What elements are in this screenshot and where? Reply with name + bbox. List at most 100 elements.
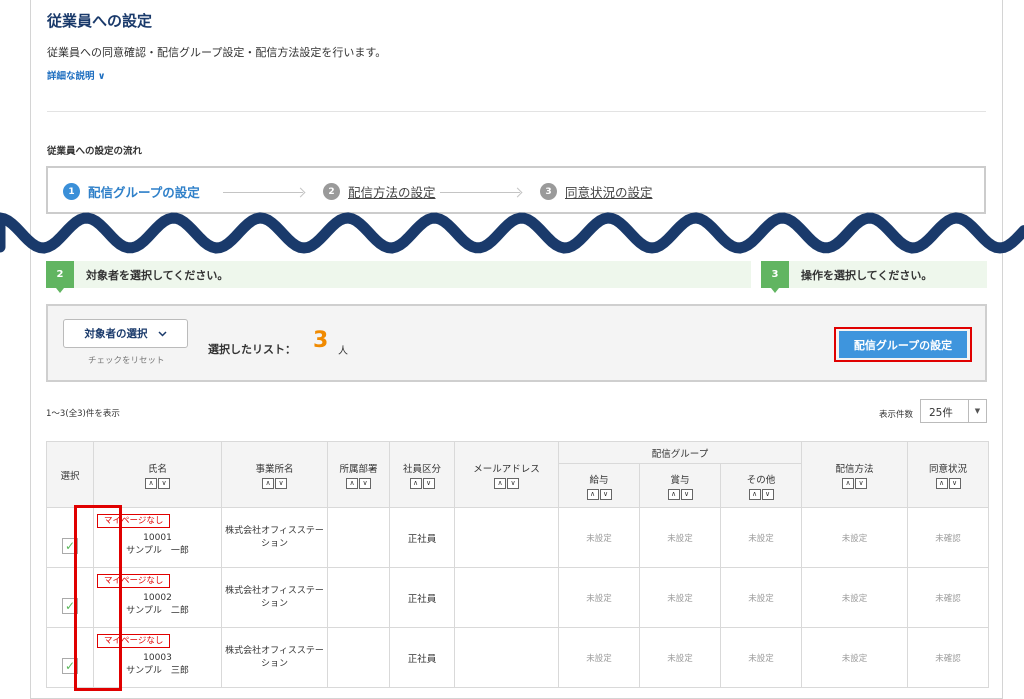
type-cell: 正社員 — [389, 627, 455, 688]
set-group-button[interactable]: 配信グループの設定 — [834, 327, 972, 362]
sort-buttons[interactable]: ∧ ∨ — [842, 477, 868, 489]
sort-desc-icon: ∨ — [359, 477, 371, 489]
sort-buttons[interactable]: ∧ ∨ — [667, 488, 693, 500]
sort-buttons[interactable]: ∧ ∨ — [494, 477, 519, 489]
salary-cell: 未設定 — [558, 627, 640, 688]
employee-id: 10001 — [143, 532, 172, 543]
sort-buttons[interactable]: ∧ ∨ — [262, 477, 287, 489]
sort-desc-icon: ∨ — [275, 477, 287, 489]
dept-cell — [327, 627, 390, 688]
consent-cell: 未確認 — [907, 567, 990, 628]
sort-asc-icon: ∧ — [145, 477, 157, 489]
header-office: 事業所名 ∧ ∨ — [221, 441, 328, 508]
office-cell: 株式会社オフィスステーション — [221, 627, 328, 688]
select-cell[interactable]: ✓ — [46, 507, 94, 568]
email-cell — [454, 627, 559, 688]
sort-asc-icon: ∧ — [667, 488, 680, 500]
page-frame: 従業員への設定 従業員への同意確認・配信グループ設定・配信方法設定を行います。 … — [30, 0, 1003, 699]
sort-buttons[interactable]: ∧ ∨ — [748, 488, 774, 500]
header-dept: 所属部署 ∧ ∨ — [327, 441, 390, 508]
flow-step-2[interactable]: 2 配信方法の設定 — [323, 182, 436, 201]
no-mypage-badge: マイページなし — [97, 514, 171, 528]
arrow-right-icon — [223, 192, 303, 193]
instruction-number: 3 — [761, 261, 789, 293]
type-cell: 正社員 — [389, 507, 455, 568]
table-row[interactable]: ✓ マイページなし 10003 サンプル 三郎 株式会社オフィスステーション 正社員 未設定… — [46, 627, 990, 688]
sort-desc-icon: ∨ — [507, 477, 519, 489]
employee-table: 選択 氏名 ∧ ∨ 事業所名 ∧ ∨ 所属部署 ∧ ∨ 社員区分 ∧ ∨ メールアドレス ∧ ∨ 配… — [46, 441, 990, 688]
header-email: メールアドレス ∧ ∨ — [454, 441, 559, 508]
salary-cell: 未設定 — [558, 507, 640, 568]
office-cell: 株式会社オフィスステーション — [221, 567, 328, 628]
header-consent: 同意状況 ∧ ∨ — [907, 441, 990, 508]
dept-cell — [327, 507, 390, 568]
header-group: 配信グループ — [557, 441, 803, 464]
instruction-text: 操作を選択してください。 — [801, 268, 933, 282]
sort-buttons[interactable]: ∧ ∨ — [145, 477, 170, 489]
sort-desc-icon: ∨ — [761, 488, 774, 500]
page-title: 従業員への設定 — [47, 12, 153, 30]
sort-buttons[interactable]: ∧ ∨ — [409, 477, 435, 489]
table-row[interactable]: ✓ マイページなし 10002 サンプル 二郎 株式会社オフィスステーション 正社員 未設定… — [46, 567, 990, 628]
selected-unit: 人 — [338, 346, 348, 357]
sort-desc-icon: ∨ — [158, 477, 170, 489]
step-label: 配信グループの設定 — [88, 185, 200, 200]
sort-asc-icon: ∧ — [409, 477, 422, 489]
reset-check-link[interactable]: チェックをリセット — [88, 354, 165, 366]
employee-id: 10002 — [143, 592, 172, 603]
select-cell[interactable]: ✓ — [46, 627, 94, 688]
sort-desc-icon: ∨ — [422, 477, 435, 489]
sort-buttons[interactable]: ∧ ∨ — [935, 477, 961, 489]
sort-buttons[interactable]: ∧ ∨ — [586, 488, 612, 500]
sort-asc-icon: ∧ — [262, 477, 274, 489]
sort-desc-icon: ∨ — [680, 488, 693, 500]
step-number: 1 — [63, 183, 80, 200]
checkbox-checked-icon[interactable]: ✓ — [62, 597, 78, 614]
header-salary: 給与 ∧ ∨ — [558, 463, 640, 508]
dept-cell — [327, 567, 390, 628]
set-group-button-label: 配信グループの設定 — [839, 331, 967, 358]
method-cell: 未設定 — [801, 507, 909, 568]
email-cell — [454, 507, 559, 568]
target-select-dropdown[interactable]: 対象者の選択 — [63, 319, 188, 348]
step-number: 2 — [323, 183, 340, 200]
office-cell: 株式会社オフィスステーション — [221, 507, 328, 568]
detail-link[interactable]: 詳細な説明 ∨ — [47, 68, 106, 82]
sort-asc-icon: ∧ — [748, 488, 761, 500]
employee-name: サンプル 二郎 — [126, 605, 189, 616]
selected-list-label: 選択したリスト： — [208, 343, 296, 356]
step-number: 3 — [540, 183, 557, 200]
selected-count: 3 — [313, 328, 329, 353]
other-cell: 未設定 — [719, 567, 803, 628]
operation-panel: 対象者の選択 チェックをリセット 選択したリスト： 3 人 配信グループの設定 — [46, 304, 987, 382]
header-name: 氏名 ∧ ∨ — [93, 441, 222, 508]
employee-name: サンプル 一郎 — [126, 545, 189, 556]
other-cell: 未設定 — [719, 627, 803, 688]
checkbox-checked-icon[interactable]: ✓ — [62, 537, 78, 554]
salary-cell: 未設定 — [558, 567, 640, 628]
chevron-down-icon — [157, 330, 167, 337]
sort-buttons[interactable]: ∧ ∨ — [346, 477, 371, 489]
employee-name: サンプル 三郎 — [126, 665, 189, 676]
instruction-select-target: 2 対象者を選択してください。 — [46, 261, 751, 293]
name-cell: マイページなし 10001 サンプル 一郎 — [93, 507, 222, 568]
page-size-select[interactable]: 25件 ▼ — [920, 399, 987, 423]
flow-step-3[interactable]: 3 同意状況の設定 — [540, 182, 653, 201]
bonus-cell: 未設定 — [639, 627, 721, 688]
step-label: 配信方法の設定 — [348, 185, 436, 200]
divider — [47, 111, 986, 112]
flow-step-1[interactable]: 1 配信グループの設定 — [63, 182, 200, 201]
sort-asc-icon: ∧ — [586, 488, 599, 500]
sort-desc-icon: ∨ — [855, 477, 868, 489]
select-cell[interactable]: ✓ — [46, 567, 94, 628]
email-cell — [454, 567, 559, 628]
header-type: 社員区分 ∧ ∨ — [389, 441, 455, 508]
table-row[interactable]: ✓ マイページなし 10001 サンプル 一郎 株式会社オフィスステーション 正社員 未設定… — [46, 507, 990, 568]
employee-id: 10003 — [143, 652, 172, 663]
checkbox-checked-icon[interactable]: ✓ — [62, 657, 78, 674]
wave-separator — [0, 212, 1024, 254]
sort-desc-icon: ∨ — [948, 477, 961, 489]
bonus-cell: 未設定 — [639, 567, 721, 628]
name-cell: マイページなし 10003 サンプル 三郎 — [93, 627, 222, 688]
sort-asc-icon: ∧ — [842, 477, 855, 489]
